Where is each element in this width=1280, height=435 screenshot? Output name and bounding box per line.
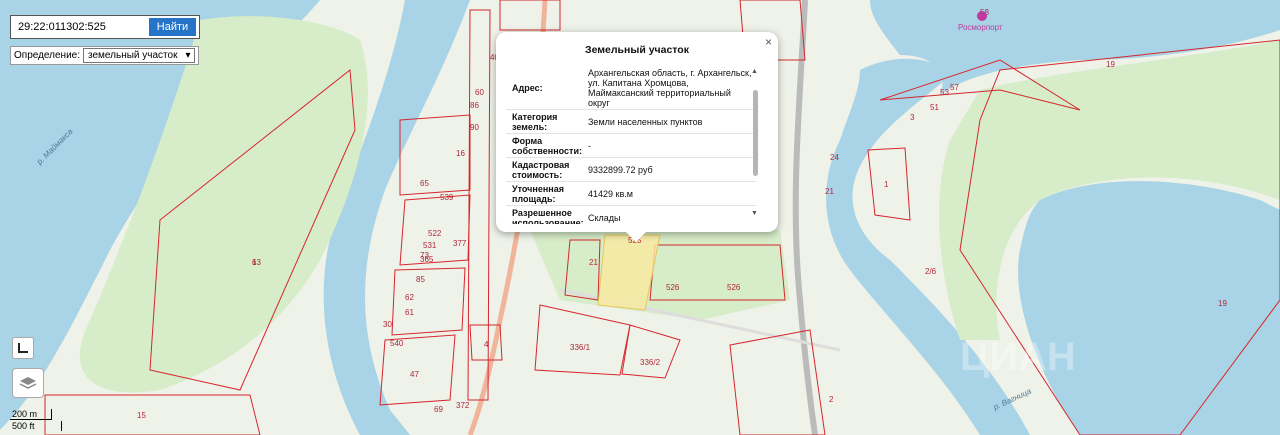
row-ownership: Форма собственности: - (506, 134, 756, 158)
parcel-label: 30 (383, 320, 392, 329)
label-category: Категория земель: (512, 111, 558, 132)
parcel-label: 526 (666, 283, 680, 292)
parcel-label: 47 (410, 370, 419, 379)
poi-rosmorport-icon (977, 11, 987, 21)
popup-pointer (622, 228, 650, 242)
label-area: Уточненная площадь: (512, 183, 564, 204)
definition-selected: земельный участок (88, 50, 178, 61)
row-category: Категория земель: Земли населенных пункт… (506, 110, 756, 134)
fullscreen-button[interactable] (12, 337, 34, 359)
parcel-label: 85 (416, 275, 425, 284)
label-cost: Кадастровая стоимость: (512, 159, 570, 180)
parcel-label: 60 (475, 88, 484, 97)
parcel-label: 336/1 (570, 343, 591, 352)
parcel-label: 19 (1106, 60, 1115, 69)
scale-imperial: 500 ft (10, 421, 62, 431)
parcel-label: 21 (825, 187, 834, 196)
fullscreen-icon (18, 343, 28, 353)
parcel-label: 24 (830, 153, 839, 162)
value-area: 41429 кв.м (588, 188, 633, 199)
parcel-label: 3 (910, 113, 915, 122)
row-use: Разрешенное использование: Склады (506, 206, 756, 225)
row-address: Адрес: Архангельская область, г. Арханге… (506, 66, 756, 110)
row-cost: Кадастровая стоимость: 9332899.72 руб (506, 158, 756, 182)
parcel-label: 19 (1218, 299, 1227, 308)
parcel-label: 2 (829, 395, 834, 404)
poi-rosmorport: Росморпорт (958, 23, 1003, 32)
parcel-label: 16 (456, 149, 465, 158)
scroll-up-icon[interactable]: ▲ (751, 68, 758, 75)
popup-table: Адрес: Архангельская область, г. Арханге… (506, 66, 756, 224)
parcel-label: 57 (950, 83, 959, 92)
parcel-label: 51 (930, 103, 939, 112)
scroll-down-icon[interactable]: ▼ (751, 210, 758, 217)
label-use: Разрешенное использование: (512, 207, 584, 225)
definition-row: Определение: земельный участок ▾ (10, 46, 200, 65)
parcel-label: 13 (252, 258, 261, 267)
definition-select[interactable]: земельный участок ▾ (83, 48, 196, 63)
parcel-label: 62 (405, 293, 414, 302)
parcel-label: 522 (428, 229, 442, 238)
watermark: ЦИАН (960, 335, 1076, 379)
layers-button[interactable] (12, 368, 44, 398)
search-box: Найти (10, 15, 200, 39)
parcel-label: 539 (440, 193, 454, 202)
label-address: Адрес: (512, 82, 543, 93)
parcel-label: 1 (884, 180, 889, 189)
parcel-label: 531 (423, 241, 437, 250)
layers-icon (19, 377, 37, 389)
popup-title: Земельный участок (585, 44, 689, 56)
parcel-label: 4 (484, 340, 489, 349)
row-area: Уточненная площадь: 41429 кв.м (506, 182, 756, 206)
parcel-label: 526 (727, 283, 741, 292)
parcel-label: 2/6 (925, 267, 937, 276)
parcel-label: 86 (470, 101, 479, 110)
parcel-popup: × Земельный участок Адрес: Архангельская… (496, 32, 778, 232)
parcel-label: 21 (589, 258, 598, 267)
value-address: Архангельская область, г. Архангельск, у… (588, 67, 752, 108)
value-use: Склады (588, 212, 621, 223)
parcel-label: 336/2 (640, 358, 661, 367)
scale-metric: 200 m (10, 409, 52, 420)
parcel-label: 69 (434, 405, 443, 414)
parcel-label: 90 (470, 123, 479, 132)
cadastral-search-input[interactable] (11, 17, 141, 37)
chevron-down-icon: ▾ (185, 50, 191, 61)
value-cost: 9332899.72 руб (588, 164, 653, 175)
label-ownership: Форма собственности: (512, 135, 582, 156)
parcel-label: 372 (456, 401, 470, 410)
parcel-label: 53 (940, 88, 949, 97)
parcel-label: 540 (390, 339, 404, 348)
parcel-label: 377 (453, 239, 467, 248)
find-button[interactable]: Найти (149, 18, 196, 36)
parcel-label: 61 (405, 308, 414, 317)
popup-scrollbar[interactable] (753, 90, 758, 176)
value-category: Земли населенных пунктов (588, 116, 703, 127)
parcel-label: 15 (137, 411, 146, 420)
definition-label: Определение: (14, 50, 81, 61)
value-ownership: - (588, 140, 591, 151)
parcel-label: 65 (420, 179, 429, 188)
parcel-label: 73 (420, 251, 429, 260)
lake-right (1018, 181, 1280, 435)
